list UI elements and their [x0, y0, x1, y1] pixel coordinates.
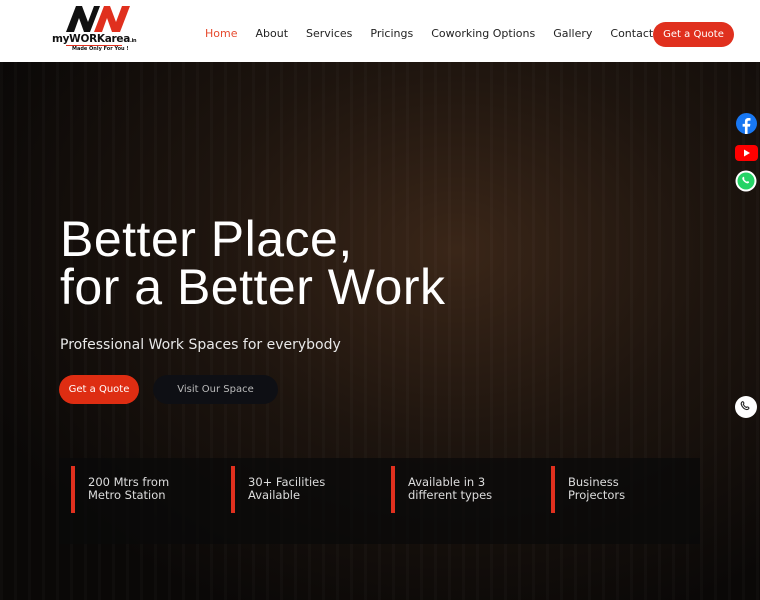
- whatsapp-icon[interactable]: [735, 170, 757, 192]
- feature-accent: [391, 466, 395, 513]
- feature-item: 30+ Facilities Available: [219, 458, 379, 544]
- feature-accent: [71, 466, 75, 513]
- hero-title: Better Place, for a Better Work: [60, 211, 446, 315]
- logo[interactable]: myWORKarea.in Made Only For You !: [52, 6, 144, 56]
- feature-item: Business Projectors: [539, 458, 699, 544]
- feature-text: different types: [408, 488, 493, 502]
- nav-home[interactable]: Home: [205, 27, 237, 40]
- phone-icon[interactable]: [735, 396, 757, 418]
- logo-tagline: Made Only For You !: [72, 46, 129, 52]
- main-nav: Home About Services Pricings Coworking O…: [205, 27, 671, 40]
- feature-text: Metro Station: [88, 488, 166, 502]
- feature-item: Available in 3 different types: [379, 458, 539, 544]
- visit-space-button[interactable]: Visit Our Space: [153, 375, 278, 404]
- nav-services[interactable]: Services: [306, 27, 352, 40]
- nav-contact[interactable]: Contact: [610, 27, 653, 40]
- feature-accent: [551, 466, 555, 513]
- hero-title-line2: for a Better Work: [60, 259, 446, 315]
- get-quote-button[interactable]: Get a Quote: [59, 375, 139, 404]
- feature-text: Projectors: [568, 488, 626, 502]
- nav-gallery[interactable]: Gallery: [553, 27, 592, 40]
- logo-name: myWORKarea: [52, 33, 130, 45]
- logo-mark-icon: [66, 6, 130, 32]
- facebook-icon[interactable]: [735, 112, 757, 134]
- hero-title-line1: Better Place,: [60, 211, 353, 267]
- features-bar: 200 Mtrs from Metro Station 30+ Facilitie…: [59, 458, 700, 544]
- feature-accent: [231, 466, 235, 513]
- youtube-icon[interactable]: [735, 142, 758, 164]
- header-quote-button[interactable]: Get a Quote: [653, 22, 734, 47]
- feature-item: 200 Mtrs from Metro Station: [59, 458, 219, 544]
- site-header: myWORKarea.in Made Only For You ! Home A…: [0, 0, 760, 62]
- nav-coworking-options[interactable]: Coworking Options: [431, 27, 535, 40]
- logo-suffix: .in: [130, 38, 137, 44]
- nav-about[interactable]: About: [255, 27, 288, 40]
- feature-text: Available: [248, 488, 301, 502]
- nav-pricings[interactable]: Pricings: [370, 27, 413, 40]
- hero-subtitle: Professional Work Spaces for everybody: [60, 337, 341, 353]
